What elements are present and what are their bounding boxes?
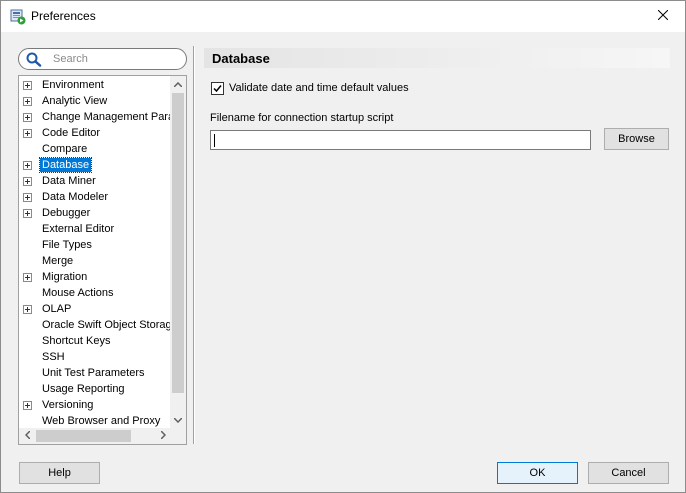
panel-title: Database bbox=[212, 51, 270, 66]
ok-button[interactable]: OK bbox=[497, 462, 578, 484]
tree-item[interactable]: Mouse Actions bbox=[19, 285, 171, 301]
tree-item[interactable]: Shortcut Keys bbox=[19, 333, 171, 349]
tree-item-label: Usage Reporting bbox=[42, 383, 125, 395]
tree-item[interactable]: OLAP bbox=[19, 301, 171, 317]
tree-item-label: Merge bbox=[42, 255, 74, 267]
tree-item[interactable]: Usage Reporting bbox=[19, 381, 171, 397]
browse-button-label: Browse bbox=[618, 133, 655, 145]
tree-item[interactable]: Code Editor bbox=[19, 125, 171, 141]
expand-plus-icon[interactable] bbox=[23, 129, 32, 138]
vertical-scroll-thumb[interactable] bbox=[172, 93, 184, 393]
expand-plus-icon[interactable] bbox=[23, 193, 32, 202]
tree-item-label: Code Editor bbox=[42, 127, 101, 139]
horizontal-scrollbar[interactable] bbox=[19, 428, 186, 444]
preferences-tree: Environment Analytic View Change Managemen… bbox=[18, 75, 187, 445]
tree-item-label: Unit Test Parameters bbox=[42, 367, 145, 379]
horizontal-scroll-thumb[interactable] bbox=[36, 430, 131, 442]
expand-plus-icon[interactable] bbox=[23, 305, 32, 314]
tree-item[interactable]: Debugger bbox=[19, 205, 171, 221]
validate-checkbox-label: Validate date and time default values bbox=[229, 82, 409, 94]
tree-item[interactable]: Environment bbox=[19, 77, 171, 93]
scroll-down-button[interactable] bbox=[170, 412, 186, 428]
validate-checkbox[interactable] bbox=[211, 82, 224, 95]
text-caret bbox=[214, 134, 215, 147]
tree-item-label: Data Miner bbox=[42, 175, 96, 187]
chevron-right-icon bbox=[159, 430, 166, 442]
tree-item[interactable]: Database bbox=[19, 157, 171, 173]
cancel-button[interactable]: Cancel bbox=[588, 462, 669, 484]
tree-item[interactable]: Compare bbox=[19, 141, 171, 157]
chevron-down-icon bbox=[173, 414, 183, 426]
startup-script-input[interactable] bbox=[210, 130, 591, 150]
scroll-left-button[interactable] bbox=[19, 428, 35, 444]
tree-item-label: Oracle Swift Object Storage bbox=[42, 319, 178, 331]
startup-script-label: Filename for connection startup script bbox=[210, 112, 394, 124]
help-button[interactable]: Help bbox=[19, 462, 100, 484]
ok-button-label: OK bbox=[529, 467, 546, 479]
tree-item[interactable]: Web Browser and Proxy bbox=[19, 413, 171, 429]
preferences-app-icon bbox=[10, 9, 26, 25]
scroll-right-button[interactable] bbox=[155, 428, 171, 444]
tree-item-label: Environment bbox=[42, 79, 104, 91]
tree-list: Environment Analytic View Change Managemen… bbox=[19, 77, 183, 429]
tree-item-label: Data Modeler bbox=[42, 191, 109, 203]
scroll-up-button[interactable] bbox=[170, 76, 186, 92]
search-box[interactable] bbox=[18, 48, 187, 70]
tree-item-label: External Editor bbox=[42, 223, 115, 235]
tree-item[interactable]: Merge bbox=[19, 253, 171, 269]
tree-item[interactable]: Migration bbox=[19, 269, 171, 285]
help-button-label: Help bbox=[48, 467, 71, 479]
tree-item-label: Change Management Param bbox=[42, 111, 184, 123]
tree-item-label: Shortcut Keys bbox=[42, 335, 111, 347]
tree-item-label: Analytic View bbox=[42, 95, 108, 107]
expand-plus-icon[interactable] bbox=[23, 177, 32, 186]
tree-item-label: Web Browser and Proxy bbox=[42, 415, 161, 427]
search-icon bbox=[25, 52, 43, 70]
search-input[interactable] bbox=[51, 51, 181, 67]
tree-item[interactable]: External Editor bbox=[19, 221, 171, 237]
expand-plus-icon[interactable] bbox=[23, 273, 32, 282]
tree-item[interactable]: Analytic View bbox=[19, 93, 171, 109]
tree-item[interactable]: Data Miner bbox=[19, 173, 171, 189]
vertical-scrollbar[interactable] bbox=[170, 76, 186, 428]
expand-plus-icon[interactable] bbox=[23, 97, 32, 106]
panel-header: Database bbox=[204, 48, 670, 68]
cancel-button-label: Cancel bbox=[611, 467, 646, 479]
tree-item[interactable]: SSH bbox=[19, 349, 171, 365]
tree-item[interactable]: Change Management Param bbox=[19, 109, 183, 125]
tree-item-label: Database bbox=[38, 157, 93, 173]
expand-plus-icon[interactable] bbox=[23, 113, 32, 122]
tree-item[interactable]: Data Modeler bbox=[19, 189, 171, 205]
tree-item-label: Debugger bbox=[42, 207, 91, 219]
close-button[interactable] bbox=[640, 1, 685, 32]
tree-item[interactable]: Versioning bbox=[19, 397, 171, 413]
expand-plus-icon[interactable] bbox=[23, 81, 32, 90]
tree-item-label: File Types bbox=[42, 239, 92, 251]
browse-button[interactable]: Browse bbox=[604, 128, 669, 150]
tree-item[interactable]: Oracle Swift Object Storage bbox=[19, 317, 178, 333]
tree-item-label: Versioning bbox=[42, 399, 94, 411]
chevron-left-icon bbox=[24, 430, 31, 442]
expand-plus-icon[interactable] bbox=[23, 161, 32, 170]
tree-item[interactable]: File Types bbox=[19, 237, 171, 253]
panel-divider[interactable] bbox=[193, 46, 195, 444]
tree-item-label: Migration bbox=[42, 271, 88, 283]
title-bar: Preferences bbox=[1, 1, 685, 32]
tree-item-label: Compare bbox=[42, 143, 88, 155]
checkmark-icon bbox=[212, 85, 223, 97]
expand-plus-icon[interactable] bbox=[23, 209, 32, 218]
scrollbar-corner bbox=[170, 428, 186, 444]
tree-item-label: OLAP bbox=[42, 303, 72, 315]
close-icon bbox=[657, 9, 668, 23]
tree-item-label: SSH bbox=[42, 351, 65, 363]
preferences-dialog: Preferences Environment Analytic View Chan… bbox=[0, 0, 686, 493]
window-title: Preferences bbox=[31, 9, 96, 23]
tree-item[interactable]: Unit Test Parameters bbox=[19, 365, 171, 381]
expand-plus-icon[interactable] bbox=[23, 401, 32, 410]
tree-item-label: Mouse Actions bbox=[42, 287, 114, 299]
chevron-up-icon bbox=[173, 78, 183, 90]
